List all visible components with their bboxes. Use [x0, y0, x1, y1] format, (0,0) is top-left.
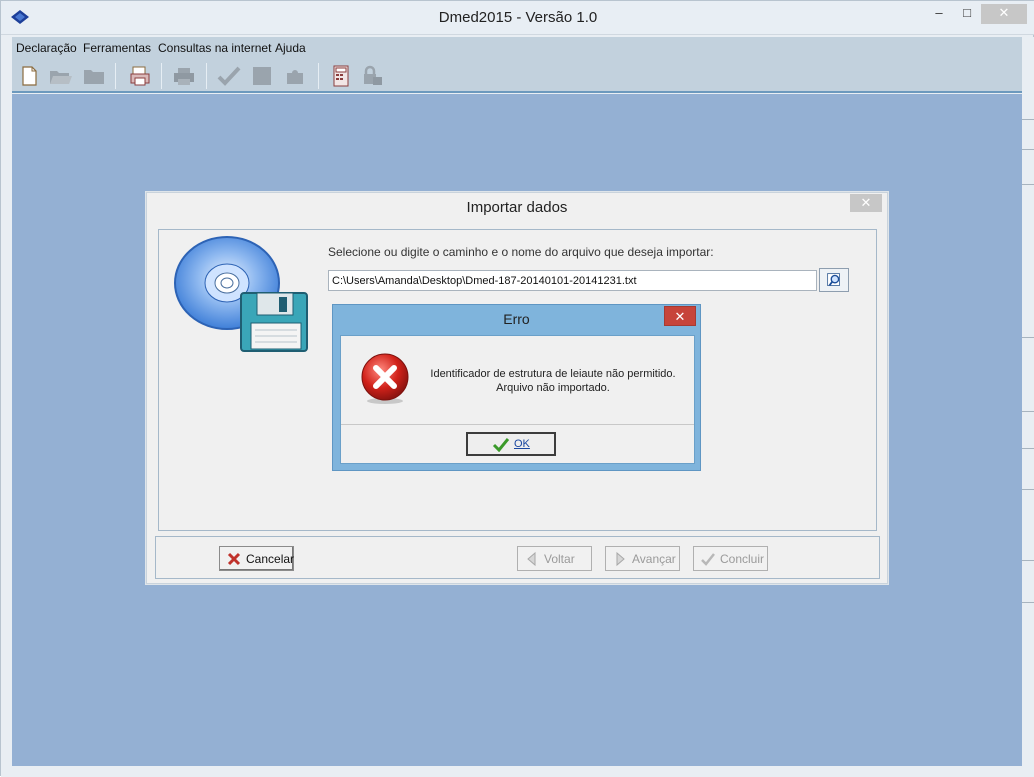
puzzle-icon[interactable]: [284, 65, 306, 87]
cd-floppy-image: [174, 236, 308, 352]
app-window: Dmed2015 - Versão 1.0 – □ ✕ Declaração F…: [0, 0, 1034, 777]
browse-button[interactable]: [819, 268, 849, 292]
printer-icon[interactable]: [172, 65, 196, 87]
cancel-button[interactable]: Cancelar: [219, 546, 294, 571]
finish-button-label: Concluir: [720, 552, 765, 566]
right-edge: [1022, 37, 1034, 766]
back-button[interactable]: Voltar: [517, 546, 592, 571]
lock-icon[interactable]: [361, 65, 385, 87]
cancel-button-label: Cancelar: [246, 552, 295, 566]
minimize-button[interactable]: –: [925, 4, 953, 24]
stop-icon[interactable]: [251, 65, 273, 87]
menu-ajuda[interactable]: Ajuda: [275, 41, 306, 55]
error-dialog: Erro ✕ Identificador de estrutura de lei…: [332, 304, 701, 471]
toolbar-separator: [318, 63, 319, 89]
ok-button[interactable]: OK: [466, 432, 556, 456]
error-message-line1: Identificador de estrutura de leiaute nã…: [430, 368, 676, 380]
error-message-line2: Arquivo não importado.: [496, 382, 610, 394]
new-file-icon[interactable]: [18, 65, 40, 87]
file-path-input[interactable]: [328, 270, 817, 291]
error-dialog-body: Identificador de estrutura de leiaute nã…: [340, 335, 695, 464]
check-icon[interactable]: [217, 65, 241, 87]
error-dialog-title: Erro: [503, 311, 530, 327]
arrow-left-icon: [527, 551, 536, 567]
toolbar-separator: [206, 63, 207, 89]
finish-button[interactable]: Concluir: [693, 546, 768, 571]
arrow-right-icon: [616, 551, 625, 567]
calculator-icon[interactable]: [330, 65, 352, 87]
forward-button-label: Avançar: [632, 552, 676, 566]
menu-consultas-internet[interactable]: Consultas na internet: [158, 41, 271, 55]
import-dialog-title: Importar dados: [147, 193, 887, 223]
check-icon: [701, 553, 715, 566]
menu-bar: Declaração Ferramentas Consultas na inte…: [12, 37, 1022, 59]
ok-button-label: OK: [514, 438, 530, 450]
menu-declaracao[interactable]: Declaração: [16, 41, 77, 55]
toolbar-separator: [115, 63, 116, 89]
toolbar-separator: [161, 63, 162, 89]
divider: [341, 424, 694, 425]
open-folder-icon[interactable]: [48, 65, 74, 87]
status-strip: [1, 766, 1034, 777]
import-prompt-label: Selecione ou digite o caminho e o nome d…: [328, 245, 714, 259]
browse-folder-icon: [827, 273, 840, 287]
folder-icon[interactable]: [82, 65, 106, 87]
error-dialog-close-button[interactable]: ✕: [664, 306, 696, 326]
back-button-label: Voltar: [544, 552, 575, 566]
maximize-button[interactable]: □: [953, 4, 981, 24]
close-button[interactable]: ✕: [981, 4, 1027, 24]
check-icon: [492, 438, 510, 452]
cancel-x-icon: [227, 552, 241, 566]
print-preview-icon[interactable]: [128, 65, 152, 87]
title-bar[interactable]: Dmed2015 - Versão 1.0 – □ ✕: [1, 1, 1034, 35]
forward-button[interactable]: Avançar: [605, 546, 680, 571]
import-dialog-close-button[interactable]: ✕: [850, 194, 882, 212]
toolbar: [12, 59, 1022, 93]
wizard-nav-bar: Cancelar Voltar Avançar Concluir: [155, 536, 880, 579]
window-title: Dmed2015 - Versão 1.0: [438, 9, 598, 26]
menu-ferramentas[interactable]: Ferramentas: [83, 41, 151, 55]
